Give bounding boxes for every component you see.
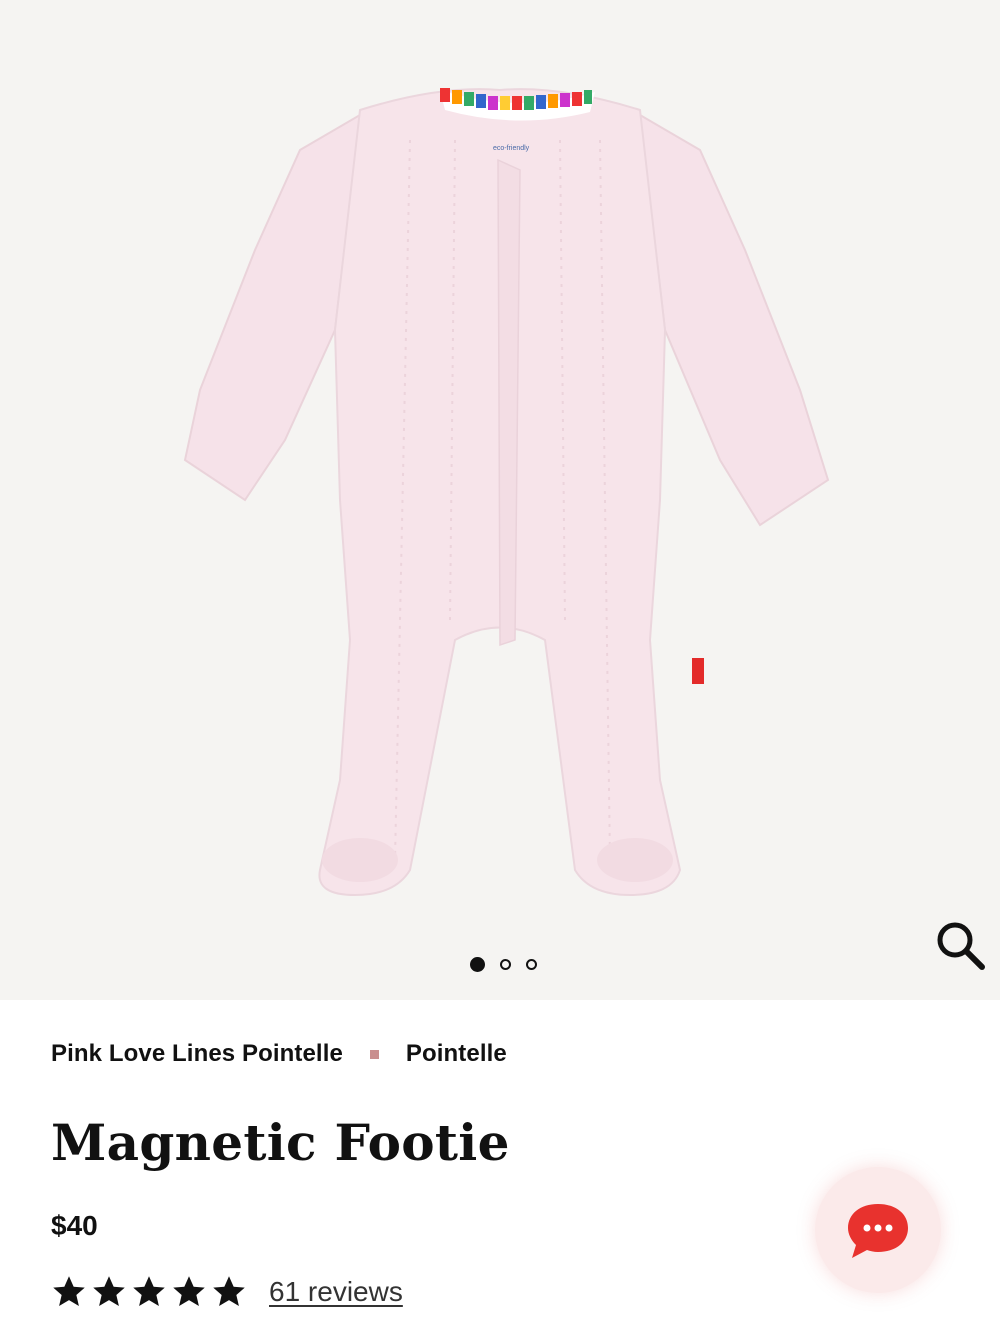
garment-tag-text: eco-friendly: [493, 145, 530, 152]
star-icon: [53, 1276, 85, 1306]
product-price: $40: [51, 1210, 98, 1241]
breadcrumb-collection[interactable]: Pink Love Lines Pointelle: [51, 1040, 343, 1068]
star-rating[interactable]: [51, 1274, 247, 1310]
search-icon: [937, 922, 985, 970]
star-icon: [133, 1276, 165, 1306]
chat-bubble-icon: [848, 1204, 908, 1258]
breadcrumb-separator: [369, 1049, 379, 1059]
product-image: eco-friendly: [183, 88, 830, 897]
chat-button[interactable]: [815, 1167, 941, 1293]
carousel-dot-2[interactable]: [500, 959, 511, 970]
star-icon: [173, 1276, 205, 1306]
carousel-dot-1[interactable]: [470, 957, 485, 972]
star-icon: [213, 1276, 245, 1306]
product-image-gallery[interactable]: eco-friendly: [0, 0, 1000, 1000]
product-info: Pink Love Lines Pointelle Pointelle: [51, 1040, 951, 1068]
zoom-button[interactable]: [930, 915, 990, 975]
breadcrumb: Pink Love Lines Pointelle Pointelle: [51, 1040, 951, 1068]
star-icon: [93, 1276, 125, 1306]
reviews-link[interactable]: 61 reviews: [269, 1276, 403, 1308]
product-title: Magnetic Footie: [51, 1113, 510, 1172]
product-rating: 61 reviews: [51, 1274, 403, 1310]
carousel-dots: [470, 957, 537, 972]
breadcrumb-category[interactable]: Pointelle: [406, 1040, 507, 1068]
carousel-dot-3[interactable]: [526, 959, 537, 970]
